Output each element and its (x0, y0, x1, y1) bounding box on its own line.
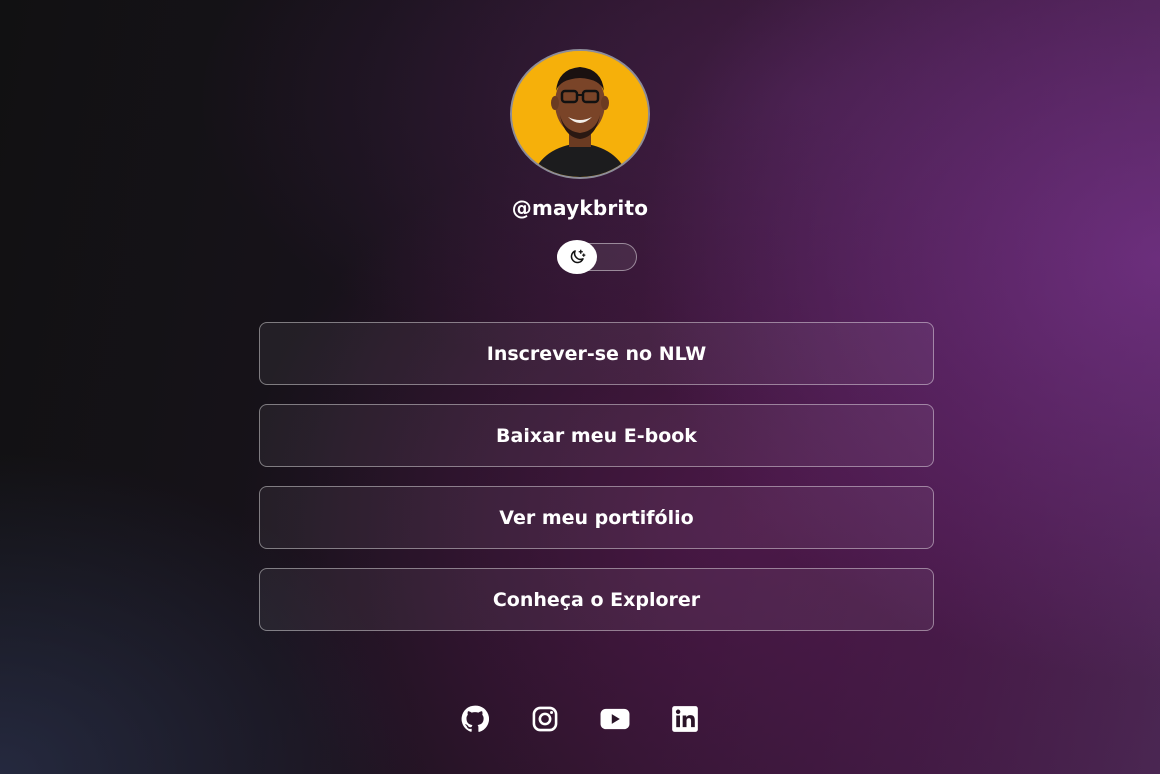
link-button-explorer[interactable]: Conheça o Explorer (259, 568, 934, 631)
theme-switch[interactable] (557, 240, 637, 274)
link-list: Inscrever-se no NLW Baixar meu E-book Ve… (259, 322, 934, 650)
link-button-ebook[interactable]: Baixar meu E-book (259, 404, 934, 467)
link-button-portfolio[interactable]: Ver meu portifólio (259, 486, 934, 549)
linkedin-icon (672, 706, 698, 732)
profile: @maykbrito (0, 49, 1160, 222)
list-item: Ver meu portifólio (259, 486, 934, 549)
moon-stars-icon (570, 249, 586, 264)
instagram-link[interactable] (530, 704, 560, 734)
avatar (510, 49, 650, 179)
list-item: Inscrever-se no NLW (259, 322, 934, 385)
github-link[interactable] (460, 704, 490, 734)
linkedin-link[interactable] (670, 704, 700, 734)
person-avatar-icon (512, 51, 648, 177)
instagram-icon (532, 706, 558, 732)
switch-thumb[interactable] (557, 240, 597, 274)
link-button-nlw[interactable]: Inscrever-se no NLW (259, 322, 934, 385)
list-item: Baixar meu E-book (259, 404, 934, 467)
youtube-link[interactable] (600, 704, 630, 734)
github-icon (461, 705, 489, 732)
username: @maykbrito (511, 196, 649, 220)
page: @maykbrito Inscrever-se no NLW Baixar me… (0, 0, 1160, 774)
youtube-icon (600, 708, 630, 730)
social-links (0, 704, 1160, 734)
list-item: Conheça o Explorer (259, 568, 934, 631)
